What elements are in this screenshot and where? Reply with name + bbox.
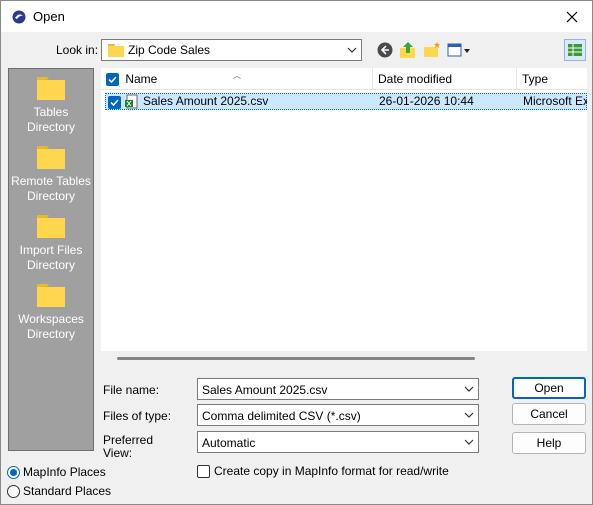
standard-places-label: Standard Places	[23, 484, 112, 498]
file-list[interactable]: Name ︿ Date modified Type Sales Amount 2	[101, 68, 587, 351]
new-folder-button[interactable]	[422, 40, 442, 60]
look-in-label: Look in:	[56, 43, 99, 57]
preferred-view-dropdown[interactable]: Automatic	[197, 431, 479, 453]
preferred-view-label-line2: View:	[103, 446, 133, 460]
preferred-view-value: Automatic	[202, 436, 256, 450]
mapinfo-places-button[interactable]	[564, 39, 586, 61]
chevron-down-icon	[347, 47, 357, 53]
chevron-down-icon	[464, 439, 474, 445]
back-arrow-icon	[377, 42, 393, 58]
places-bar: Tables Directory Remote Tables Directory…	[8, 68, 94, 451]
file-type-value: Comma delimited CSV (*.csv)	[202, 409, 361, 423]
table-row[interactable]: Sales Amount 2025.csv 26-01-2026 10:44 M…	[105, 93, 587, 110]
chevron-down-icon	[464, 386, 474, 392]
create-copy-label: Create copy in MapInfo format for read/w…	[214, 464, 449, 478]
mapinfo-app-icon	[12, 10, 26, 24]
look-in-dropdown[interactable]: Zip Code Sales	[101, 39, 362, 61]
look-in-value: Zip Code Sales	[128, 43, 211, 57]
column-label: Date modified	[378, 72, 453, 86]
column-header-type[interactable]: Type	[517, 68, 587, 90]
column-label: Name	[125, 72, 158, 86]
file-type: Microsoft Ex	[523, 94, 587, 108]
close-icon	[566, 11, 578, 22]
file-name-label: File name:	[103, 383, 160, 397]
file-name-input[interactable]: Sales Amount 2025.csv	[197, 378, 479, 400]
open-button[interactable]: Open	[512, 377, 586, 399]
place-workspaces-directory[interactable]: Workspaces Directory	[9, 284, 93, 342]
checked-checkbox	[108, 96, 121, 110]
folder-icon	[37, 146, 65, 169]
checkbox-unchecked	[197, 464, 210, 478]
folder-icon	[37, 77, 65, 100]
close-button[interactable]	[552, 1, 592, 32]
sort-ascending-icon: ︿	[233, 71, 241, 80]
back-button[interactable]	[375, 40, 395, 60]
file-type-label: Files of type:	[103, 409, 172, 423]
help-button[interactable]: Help	[512, 432, 586, 454]
place-label: Tables Directory	[26, 105, 75, 134]
title-bar: Open	[1, 1, 592, 32]
open-dialog: Open Look in: Zip Code Sales Tables Dire…	[0, 0, 593, 505]
file-date: 26-01-2026 10:44	[379, 94, 474, 108]
cancel-button[interactable]: Cancel	[512, 403, 586, 425]
place-label: Remote Tables Directory	[11, 174, 91, 203]
place-label: Workspaces Directory	[18, 312, 84, 341]
row-checkbox[interactable]	[108, 95, 121, 110]
file-name-value: Sales Amount 2025.csv	[202, 383, 328, 397]
column-header-date[interactable]: Date modified	[373, 68, 517, 90]
standard-places-radio[interactable]: Standard Places	[7, 484, 111, 498]
radio-selected	[7, 465, 20, 479]
folder-icon	[108, 44, 124, 57]
up-folder-icon	[400, 42, 415, 58]
radio-unselected	[7, 484, 20, 498]
chevron-down-icon	[464, 412, 474, 418]
place-label: Import Files Directory	[19, 243, 83, 272]
mapinfo-places-radio[interactable]: MapInfo Places	[7, 465, 106, 479]
view-menu-button[interactable]	[447, 40, 471, 60]
place-remote-tables-directory[interactable]: Remote Tables Directory	[9, 146, 93, 204]
folder-icon	[37, 215, 65, 238]
checkmark-icon	[110, 99, 119, 107]
mapinfo-places-label: MapInfo Places	[23, 465, 106, 479]
view-menu-icon	[447, 43, 470, 57]
preferred-view-label: Preferred View:	[103, 434, 153, 460]
file-type-dropdown[interactable]: Comma delimited CSV (*.csv)	[197, 404, 479, 426]
new-folder-icon	[424, 42, 440, 57]
checkmark-icon	[108, 76, 117, 84]
place-import-files-directory[interactable]: Import Files Directory	[9, 215, 93, 273]
csv-file-icon	[125, 94, 138, 109]
up-folder-button[interactable]	[398, 40, 418, 60]
folder-icon	[37, 284, 65, 307]
file-name: Sales Amount 2025.csv	[143, 94, 269, 108]
list-header: Name ︿ Date modified Type	[101, 68, 587, 90]
column-header-name[interactable]: Name ︿	[101, 68, 373, 90]
green-table-icon	[568, 44, 582, 56]
select-all-checkbox[interactable]	[106, 73, 119, 87]
place-tables-directory[interactable]: Tables Directory	[9, 77, 93, 135]
create-copy-checkbox[interactable]: Create copy in MapInfo format for read/w…	[197, 464, 449, 478]
horizontal-scrollbar[interactable]	[117, 357, 475, 360]
column-label: Type	[522, 72, 549, 86]
window-title: Open	[33, 9, 65, 24]
